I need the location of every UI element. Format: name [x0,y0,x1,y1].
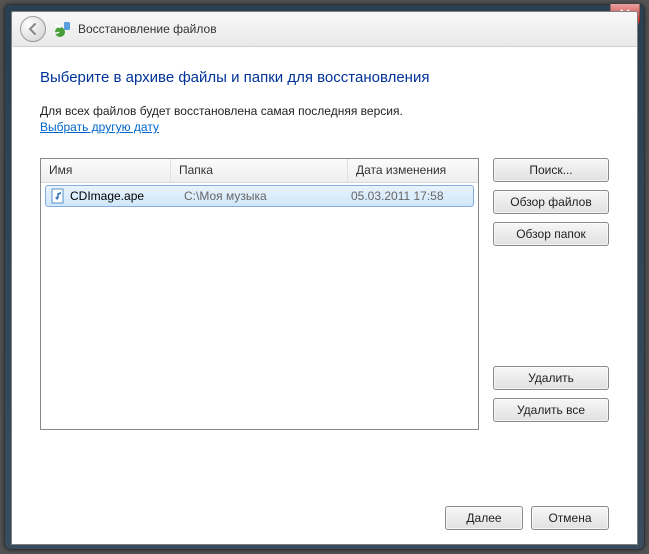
body-row: Имя Папка Дата изменения C [40,158,609,430]
restore-icon [54,20,72,38]
arrow-left-icon [26,22,40,36]
list-body: CDImage.ape C:\Моя музыка 05.03.2011 17:… [41,183,478,429]
remove-button[interactable]: Удалить [493,366,609,390]
side-buttons: Поиск... Обзор файлов Обзор папок Удалит… [493,158,609,430]
next-button[interactable]: Далее [445,506,523,530]
browse-folders-button[interactable]: Обзор папок [493,222,609,246]
choose-date-link[interactable]: Выбрать другую дату [40,120,159,134]
content-area: Выберите в архиве файлы и папки для восс… [11,47,638,545]
list-item[interactable]: CDImage.ape C:\Моя музыка 05.03.2011 17:… [45,185,474,207]
col-header-folder[interactable]: Папка [171,159,348,182]
footer-buttons: Далее Отмена [445,506,609,530]
dialog-window: Восстановление файлов Выберите в архиве … [4,4,645,550]
back-button[interactable] [20,16,46,42]
window-title: Восстановление файлов [78,22,217,36]
browse-files-button[interactable]: Обзор файлов [493,190,609,214]
col-header-name[interactable]: Имя [41,159,171,182]
file-list[interactable]: Имя Папка Дата изменения C [40,158,479,430]
audio-file-icon [50,188,66,204]
header-bar: Восстановление файлов [11,11,638,47]
file-name: CDImage.ape [70,189,144,203]
file-folder: C:\Моя музыка [176,189,343,203]
remove-all-button[interactable]: Удалить все [493,398,609,422]
page-heading: Выберите в архиве файлы и папки для восс… [40,69,609,86]
spacer [493,254,609,366]
col-header-modified[interactable]: Дата изменения [348,159,478,182]
list-header: Имя Папка Дата изменения [41,159,478,183]
page-subtext: Для всех файлов будет восстановлена сама… [40,104,609,118]
file-modified: 05.03.2011 17:58 [343,189,473,203]
search-button[interactable]: Поиск... [493,158,609,182]
cancel-button[interactable]: Отмена [531,506,609,530]
